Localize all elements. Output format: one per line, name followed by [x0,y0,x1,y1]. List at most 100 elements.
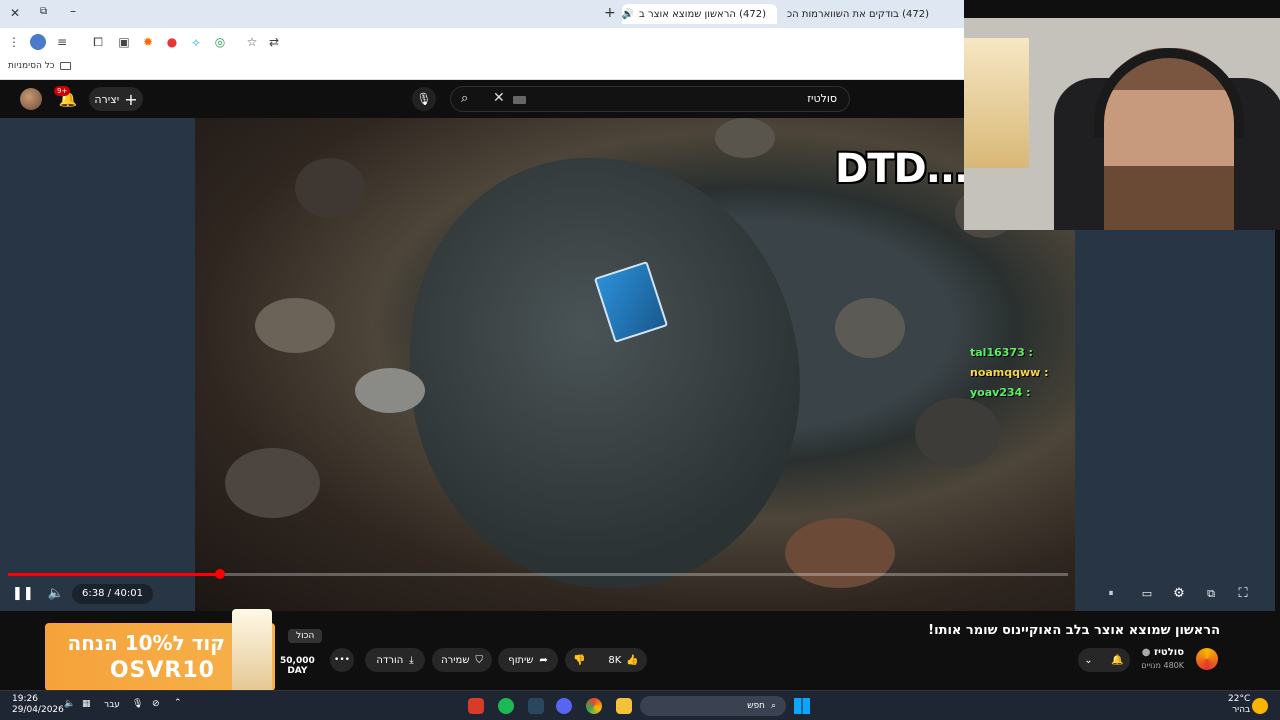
new-tab-button[interactable]: + [604,5,616,21]
screenshot-icon[interactable]: ▣ [116,34,132,50]
volume-icon[interactable]: 🔈 [46,584,66,604]
clock-date: 29/04/2026 [12,705,64,715]
subtitles-icon[interactable]: ▭ [1138,584,1156,604]
extensions-icon[interactable]: ⧠ [90,34,106,50]
tab-search-icon[interactable]: ≡ [54,34,70,50]
extension-orange-icon[interactable]: ✹ [140,34,156,50]
audio-icon: 🔊 [622,8,634,20]
share-label: שיתוף [508,654,534,666]
windows-start-icon[interactable] [794,698,810,714]
ad-day-label: DAY [287,666,308,676]
webcam-overlay [964,18,1280,230]
share-button[interactable]: ➦ שיתוף [498,648,558,672]
chrome-icon[interactable] [586,698,602,714]
all-bookmarks[interactable]: כל הסימניות [8,61,71,71]
avatar[interactable] [20,88,42,110]
download-button[interactable]: ⤓ הורדה [365,648,425,672]
folder-icon [59,62,71,70]
discord-icon[interactable] [556,698,572,714]
webcam-headphones [1094,48,1244,138]
volume-tray-icon[interactable]: 🔈 [64,699,75,709]
spotify-icon[interactable] [498,698,514,714]
channel-name-text: סולטיז [1153,647,1184,658]
search-icon[interactable]: ⌕ [461,91,468,106]
ad-day-number: 50,000 [280,656,315,666]
language-indicator[interactable]: עבר [104,700,120,710]
tab-youtube-2[interactable]: (472) בודקים את השווארמות הכ ✕ [786,4,934,24]
network-icon[interactable]: ▦ [82,699,91,709]
browser-toolbar: ⋮ ≡ ⧠ ▣ ✹ ● ⟡ ◎ ☆ ⇄ [0,28,964,56]
bell-icon: 🔔 [1111,654,1124,666]
plus-icon: + [124,89,138,109]
weather-desc: בהיר [1232,705,1251,715]
rock [355,368,425,413]
webcam-wall-art [964,38,1029,168]
extension-green-icon[interactable]: ◎ [212,34,228,50]
like-dislike-group: 👍 8K 👎 [565,648,647,672]
youtube-header: 🔔 9+ יצירה + 🎙 ⌕ ✕ [0,80,964,118]
clock[interactable]: 19:26 29/04/2026 [12,694,64,716]
weather-sun-icon [1252,698,1268,714]
restore-window-icon[interactable]: ⧉ [40,6,47,17]
minimize-window-icon[interactable]: – [70,4,76,18]
perfume-bottle-image [232,609,272,694]
more-label: ••• [334,655,350,665]
taskbar-search[interactable]: ⌕ חפש [640,696,786,716]
create-button[interactable]: יצירה + [89,87,143,111]
tray-expand-icon[interactable]: ⌃ [174,698,182,708]
more-actions-button[interactable]: ••• [330,648,354,672]
taskbar-search-placeholder: חפש [747,701,765,711]
search-box: ⌕ ✕ [450,86,850,112]
extension-red-icon[interactable]: ● [164,34,180,50]
microphone-icon[interactable]: 🎙 [412,87,436,111]
keyboard-icon[interactable] [513,96,526,104]
fullscreen-icon[interactable]: ⛶ [1234,584,1252,604]
steam-icon[interactable] [528,698,544,714]
clear-search-icon[interactable]: ✕ [493,90,505,106]
autoplay-toggle-icon[interactable]: ⏸ [1102,584,1120,604]
like-group[interactable]: 👍 8K [608,655,638,666]
search-input[interactable] [587,92,837,105]
weather-widget[interactable]: 22°C בהיר [1228,694,1250,716]
progress-scrubber[interactable] [215,569,225,579]
thumbs-up-icon: 👍 [626,654,639,666]
video-overlay-text: ...DTD [835,146,969,192]
save-label: שמירה [441,654,470,666]
verified-icon: ● [1141,647,1151,658]
extension-blue-icon[interactable]: ⟡ [188,34,204,50]
create-label: יצירה [94,92,120,106]
bookmark-star-icon[interactable]: ☆ [244,34,260,50]
app-icon-red[interactable] [468,698,484,714]
rock [915,398,1000,468]
video-left-padding [0,118,195,611]
tab-youtube-active[interactable]: (472) הראשון שמוצא אוצר ב 🔊 ✕ [622,4,777,24]
mic-tray-icon[interactable]: 🎙 [132,699,143,709]
channel-name[interactable]: סולטיז ● [1142,647,1184,658]
thumbs-down-icon[interactable]: 👎 [573,655,585,666]
save-button[interactable]: ⛉ שמירה [432,648,492,672]
download-icon: ⤓ [409,654,414,666]
download-label: הורדה [376,654,404,666]
file-explorer-icon[interactable] [616,698,632,714]
chevron-down-icon: ⌄ [1084,654,1093,666]
bookmarks-bar: כל הסימניות [0,56,964,80]
video-title: הראשון שמוצא אוצר בלב האוקיינוס שומר אות… [928,623,1220,638]
ad-promo-code: OSVR10 [109,658,215,683]
channel-avatar[interactable] [1196,648,1218,670]
muted-tray-icon[interactable]: ⊘ [152,699,160,709]
progress-bar[interactable] [8,569,1068,579]
profile-icon[interactable] [30,34,46,50]
subscriber-count: 480K מנויים [1141,661,1184,670]
menu-icon[interactable]: ⋮ [6,34,22,50]
pause-icon[interactable]: ❚❚ [12,584,34,604]
bookmark-icon: ⛉ [475,654,483,666]
subscribe-bell-button[interactable]: 🔔 ⌄ [1078,648,1130,672]
miniplayer-icon[interactable]: ⧉ [1202,584,1220,604]
browser-tab-strip: ✕ ⧉ – + (472) הראשון שמוצא אוצר ב 🔊 ✕ (4… [0,0,964,28]
progress-fill [8,573,220,576]
page-action-icon[interactable]: ⇄ [266,34,282,50]
settings-gear-icon[interactable]: ⚙ [1170,584,1188,604]
rock [225,448,320,518]
close-window-icon[interactable]: ✕ [10,6,20,20]
rock [835,298,905,358]
